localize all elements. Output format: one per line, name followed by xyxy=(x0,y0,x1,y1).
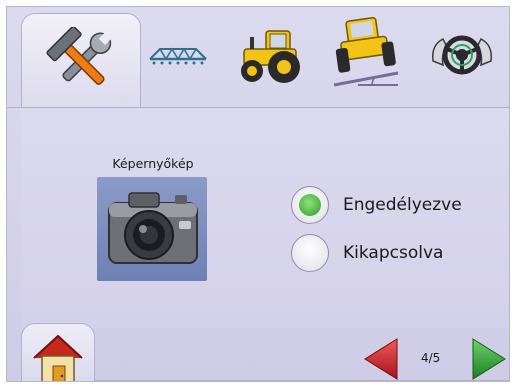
tools-icon xyxy=(46,27,113,85)
tab-tractor[interactable] xyxy=(231,7,313,103)
arrow-left-icon xyxy=(364,338,398,380)
tractor-icon xyxy=(241,30,300,83)
tab-tools[interactable] xyxy=(21,13,141,110)
tab-steering[interactable] xyxy=(419,7,505,103)
tab-strip xyxy=(7,7,509,110)
app-frame: Képernyőkép Engedélyezve Kikapcsolva 4/5 xyxy=(6,6,510,382)
option-disabled-label: Kikapcsolva xyxy=(343,243,444,263)
next-page-button[interactable] xyxy=(469,337,509,381)
radio-enabled[interactable] xyxy=(291,186,329,224)
settings-panel: Képernyőkép Engedélyezve Kikapcsolva xyxy=(21,108,509,328)
home-icon xyxy=(33,334,83,381)
option-enabled-label: Engedélyezve xyxy=(343,195,462,215)
screenshot-label: Képernyőkép xyxy=(112,156,194,171)
boom-icon xyxy=(149,47,207,65)
screenshot-button[interactable] xyxy=(97,177,207,281)
steering-wheel-icon xyxy=(431,35,493,75)
home-button[interactable] xyxy=(21,323,95,381)
camera-icon xyxy=(108,192,198,264)
option-enabled[interactable]: Engedélyezve xyxy=(291,186,462,224)
bottom-divider xyxy=(93,380,509,381)
radio-selected-dot xyxy=(299,194,321,216)
tab-vehicle-tilt[interactable] xyxy=(325,7,407,103)
option-disabled[interactable]: Kikapcsolva xyxy=(291,234,443,272)
vehicle-tilt-icon xyxy=(333,17,399,87)
prev-page-button[interactable] xyxy=(361,337,401,381)
arrow-right-icon xyxy=(472,338,506,380)
tab-boom[interactable] xyxy=(139,7,217,103)
page-indicator: 4/5 xyxy=(421,351,441,365)
radio-disabled[interactable] xyxy=(291,234,329,272)
